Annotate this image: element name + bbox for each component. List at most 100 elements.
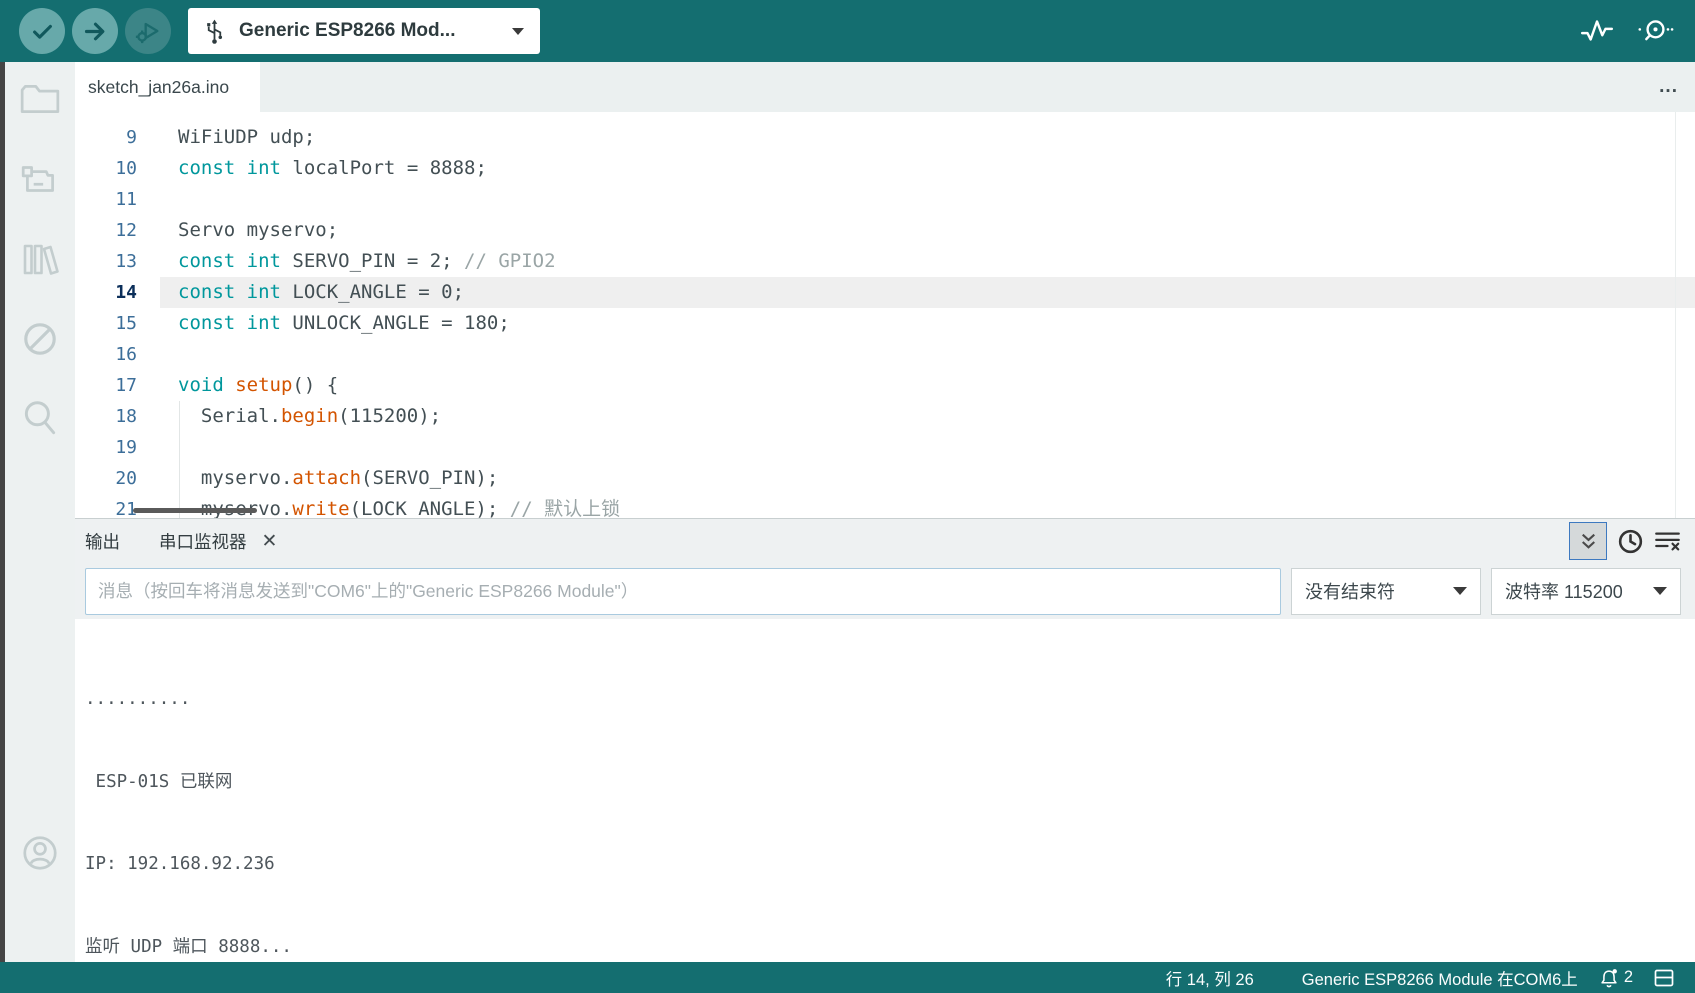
account-icon (23, 836, 57, 870)
code-line[interactable]: 11 (75, 184, 1695, 215)
panel-header: 输出 串口监视器 ✕ (75, 519, 1695, 563)
caret-down-icon (512, 27, 524, 35)
line-number: 16 (115, 344, 137, 365)
code-line[interactable]: 10 const int localPort = 8888; (75, 153, 1695, 184)
notifications-button[interactable]: 2 (1599, 967, 1633, 988)
line-ending-value: 没有结束符 (1305, 582, 1395, 602)
code-line[interactable]: 18 Serial.begin(115200); (75, 401, 1695, 432)
code-line[interactable]: 16 (75, 339, 1695, 370)
code-line-text: const int UNLOCK_ANGLE = 180; (178, 312, 510, 334)
code-line-text: Servo myservo; (178, 219, 339, 241)
serial-output-area[interactable]: .......... ESP-01S 已联网 IP: 192.168.92.23… (75, 619, 1695, 962)
close-serial-monitor-icon[interactable]: ✕ (262, 532, 278, 551)
baud-rate-dropdown[interactable]: 波特率 115200 (1491, 567, 1681, 615)
indent-guide (179, 401, 180, 518)
tab-sketch[interactable]: sketch_jan26a.ino (75, 62, 260, 112)
scrollbar-track-border (1675, 112, 1676, 518)
line-number: 20 (115, 468, 137, 489)
tab-serial-monitor[interactable]: 串口监视器 (159, 529, 247, 554)
code-line[interactable]: 15 const int UNLOCK_ANGLE = 180; (75, 308, 1695, 339)
line-number: 12 (115, 220, 137, 241)
clear-output-icon (1655, 532, 1680, 550)
serial-output-line: 监听 UDP 端口 8888... (85, 936, 292, 957)
toggle-panel-button[interactable] (1654, 969, 1674, 987)
code-line-text: const int localPort = 8888; (178, 157, 487, 179)
line-number: 15 (115, 313, 137, 334)
code-editor[interactable]: 9 WiFiUDP udp; 10 const int localPort = 888… (75, 112, 1695, 518)
board-port-status[interactable]: Generic ESP8266 Module 在COM6上 (1302, 966, 1578, 990)
serial-monitor-toolbar: 没有结束符 波特率 115200 (75, 563, 1695, 619)
tab-overflow-menu[interactable]: ... (1659, 77, 1678, 96)
serial-output-line: IP: 192.168.92.236 (85, 854, 275, 874)
tab-output[interactable]: 输出 (85, 529, 120, 554)
serial-output-line: .......... (85, 689, 191, 709)
line-number: 9 (126, 127, 137, 148)
code-line[interactable]: 14 const int LOCK_ANGLE = 0; (75, 277, 1695, 308)
line-number: 13 (115, 251, 137, 272)
code-line[interactable]: 9 WiFiUDP udp; (75, 122, 1695, 153)
debug-button[interactable] (125, 8, 171, 54)
panel-layout-icon (1654, 969, 1674, 986)
toolbar: Generic ESP8266 Mod... (0, 0, 1695, 62)
prohibition-icon (24, 323, 56, 355)
serial-output-line: ESP-01S 已联网 (85, 771, 233, 792)
board-selector[interactable]: Generic ESP8266 Mod... (188, 8, 540, 54)
panel-actions (1569, 522, 1681, 560)
activity-sidebar (0, 62, 75, 962)
sidebar-item-debug[interactable] (19, 318, 61, 360)
scroll-to-bottom-button[interactable] (1569, 522, 1607, 560)
upload-button[interactable] (72, 8, 118, 54)
toolbar-right (1579, 17, 1674, 45)
code-line-text: myservo.write(LOCK_ANGLE); // 默认上锁 (201, 498, 621, 518)
line-number: 11 (115, 189, 137, 210)
code-line[interactable]: 13 const int SERVO_PIN = 2; // GPIO2 (75, 246, 1695, 277)
main-area: sketch_jan26a.ino ... 9 WiFiUDP udp; 10 con… (0, 62, 1695, 962)
baud-rate-value: 波特率 115200 (1505, 582, 1623, 602)
arduino-ide-window: Generic ESP8266 Mod... sketch_jan26a.ino… (0, 0, 1695, 993)
double-chevron-down-icon (1581, 533, 1595, 549)
serial-monitor-icon[interactable] (1637, 18, 1674, 44)
code-line[interactable]: 20 myservo.attach(SERVO_PIN); (75, 463, 1695, 494)
code-line[interactable]: 12 Servo myservo; (75, 215, 1695, 246)
editor-column: sketch_jan26a.ino ... 9 WiFiUDP udp; 10 con… (75, 62, 1695, 962)
code-line[interactable]: 19 (75, 432, 1695, 463)
library-books-icon (23, 244, 59, 275)
code-line-text: const int LOCK_ANGLE = 0; (178, 281, 465, 303)
sidebar-item-sketchbook[interactable] (19, 78, 61, 120)
notification-count: 2 (1623, 968, 1633, 986)
sidebar-item-library-manager[interactable] (19, 238, 61, 280)
serial-plotter-icon[interactable] (1579, 17, 1615, 45)
line-number: 18 (115, 406, 137, 427)
code-line[interactable]: 21 myservo.write(LOCK_ANGLE); // 默认上锁 (75, 494, 1695, 518)
check-icon (32, 24, 52, 39)
sidebar-item-search[interactable] (19, 398, 61, 440)
clock-icon (1618, 529, 1643, 553)
tab-label: sketch_jan26a.ino (88, 76, 230, 97)
usb-icon (207, 19, 223, 44)
code-line-text: const int SERVO_PIN = 2; // GPIO2 (178, 250, 556, 272)
line-number: 10 (115, 158, 137, 179)
sidebar-item-boards-manager[interactable] (19, 158, 61, 200)
line-ending-dropdown[interactable]: 没有结束符 (1291, 567, 1481, 615)
cursor-position[interactable]: 行 14, 列 26 (1166, 966, 1254, 990)
timestamp-toggle-button[interactable] (1617, 528, 1644, 555)
code-line-text: WiFiUDP udp; (178, 126, 316, 148)
sidebar-item-account[interactable] (19, 832, 61, 874)
line-number: 17 (115, 375, 137, 396)
clear-output-button[interactable] (1654, 529, 1681, 554)
code-line[interactable]: 17 void setup() { (75, 370, 1695, 401)
arrow-right-icon (84, 22, 104, 40)
line-number: 21 (115, 499, 137, 518)
message-input[interactable] (85, 567, 1281, 615)
search-icon (24, 401, 56, 435)
code-lines: 9 WiFiUDP udp; 10 const int localPort = 888… (75, 112, 1695, 518)
horizontal-scrollbar-thumb[interactable] (133, 508, 257, 513)
board-icon (21, 166, 54, 192)
verify-button[interactable] (19, 8, 65, 54)
caret-down-icon (1453, 587, 1467, 595)
line-number: 14 (115, 282, 137, 303)
bottom-panel: 输出 串口监视器 ✕ 消息（按回车将消息发送到"COM6"上的"Generic … (75, 518, 1695, 962)
